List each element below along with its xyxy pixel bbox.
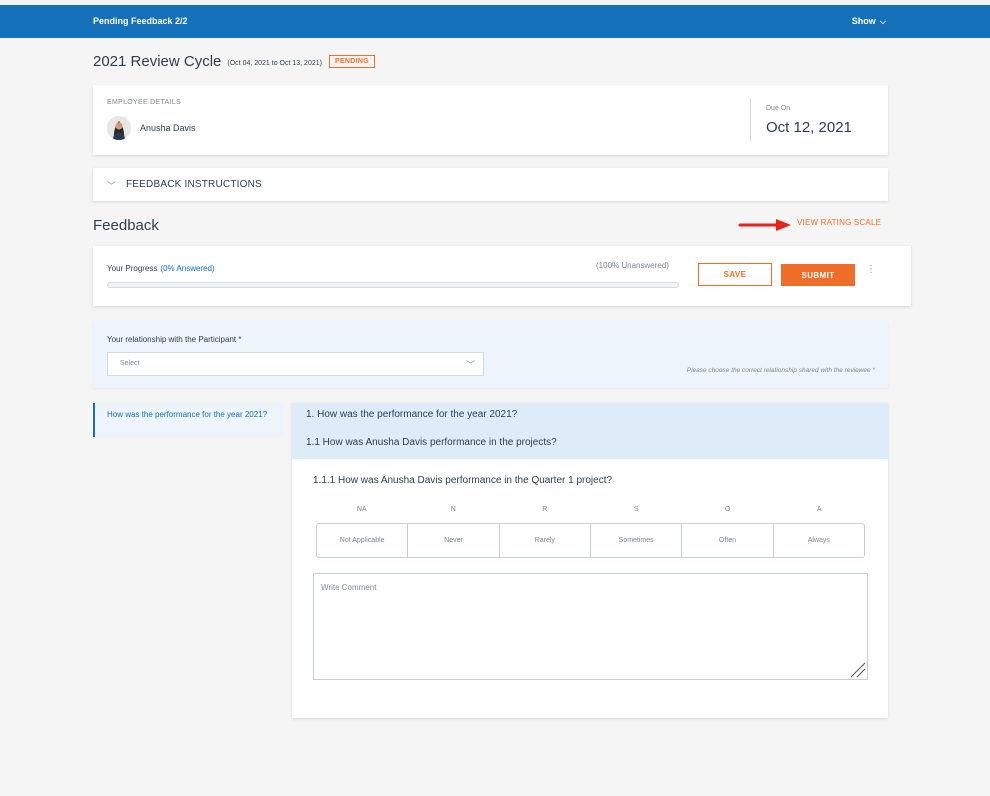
sidebar-item-label: How was the performance for the year 202… (107, 410, 268, 419)
feedback-instructions-label: FEEDBACK INSTRUCTIONS (126, 179, 262, 190)
chevron-down-icon: ﹀ (465, 360, 475, 370)
arrow-right-icon (738, 219, 791, 231)
relationship-section: Your relationship with the Participant *… (93, 321, 888, 388)
due-on-label: Due On (766, 105, 791, 112)
feedback-instructions-toggle[interactable]: ﹀ FEEDBACK INSTRUCTIONS (93, 168, 888, 201)
employee-details-label: EMPLOYEE DETAILS (107, 99, 181, 106)
relationship-select-value: Select (120, 360, 140, 367)
rating-scale-options: Not Applicable Never Rarely Sometimes Of… (316, 523, 865, 558)
relationship-label: Your relationship with the Participant * (107, 335, 242, 344)
scale-code: R (542, 506, 548, 513)
scale-code: A (816, 506, 822, 513)
relationship-select[interactable]: Select ﹀ (107, 352, 484, 376)
progress-label: Your Progress (0% Answered) (107, 264, 215, 273)
rating-option-often[interactable]: Often (682, 524, 774, 557)
scale-code: NA (356, 506, 367, 513)
review-cycle-header: 2021 Review Cycle (Oct 04, 2021 to Oct 1… (93, 53, 375, 70)
chevron-down-icon: ⌵ (877, 17, 886, 26)
review-cycle-name: 2021 Review Cycle (93, 53, 222, 70)
rating-option-always[interactable]: Always (774, 524, 864, 557)
question-1-1-title: 1.1 How was Anusha Davis performance in … (306, 437, 557, 448)
sidebar-item-question-1[interactable]: How was the performance for the year 202… (93, 403, 283, 437)
avatar (107, 116, 131, 140)
show-dropdown[interactable]: Show ⌵ (852, 16, 886, 27)
unanswered-percent: (100% Unanswered) (596, 261, 669, 270)
view-rating-scale-link[interactable]: VIEW RATING SCALE (797, 218, 881, 227)
scale-code: S (633, 506, 639, 513)
progress-card: Your Progress (0% Answered) (100% Unanswe… (93, 246, 911, 306)
chevron-down-icon: ﹀ (107, 181, 117, 191)
comment-textarea[interactable]: Write Comment (313, 573, 868, 680)
question-1-1-1-title: 1.1.1 How was Anusha Davis performance i… (313, 475, 613, 486)
save-button[interactable]: SAVE (698, 263, 772, 286)
rating-scale-codes: NA N R S O A (316, 506, 865, 513)
question-header: 1. How was the performance for the year … (292, 403, 888, 459)
scale-code: N (450, 506, 456, 513)
show-label: Show (851, 16, 876, 26)
rating-option-sometimes[interactable]: Sometimes (591, 524, 683, 557)
review-cycle-dates: (Oct 04, 2021 to Oct 13, 2021) (227, 59, 322, 67)
due-date: Oct 12, 2021 (766, 119, 852, 136)
scale-code: O (725, 506, 731, 513)
comment-placeholder: Write Comment (321, 583, 377, 592)
resize-handle-icon[interactable] (848, 660, 866, 678)
more-options-icon[interactable]: ⋮ (866, 265, 876, 275)
divider (750, 98, 751, 141)
employee-name: Anusha Davis (140, 123, 196, 133)
top-bar: Pending Feedback 2/2 Show ⌵ (0, 5, 990, 38)
submit-button[interactable]: SUBMIT (781, 264, 855, 286)
rating-option-never[interactable]: Never (408, 524, 500, 557)
pending-feedback-title: Pending Feedback 2/2 (93, 16, 188, 26)
employee-details-card: EMPLOYEE DETAILS Anusha Davis Due On Oct… (93, 85, 888, 155)
rating-option-not-applicable[interactable]: Not Applicable (317, 524, 409, 557)
relationship-hint: Please choose the correct relationship s… (686, 367, 875, 374)
your-progress-text: Your Progress (107, 264, 158, 273)
question-1-title: 1. How was the performance for the year … (306, 409, 518, 420)
progress-bar (107, 282, 679, 288)
answered-percent: (0% Answered) (160, 264, 215, 273)
question-panel: 1. How was the performance for the year … (292, 403, 888, 718)
feedback-title: Feedback (93, 217, 159, 234)
status-badge: PENDING (328, 55, 375, 68)
rating-option-rarely[interactable]: Rarely (500, 524, 591, 557)
